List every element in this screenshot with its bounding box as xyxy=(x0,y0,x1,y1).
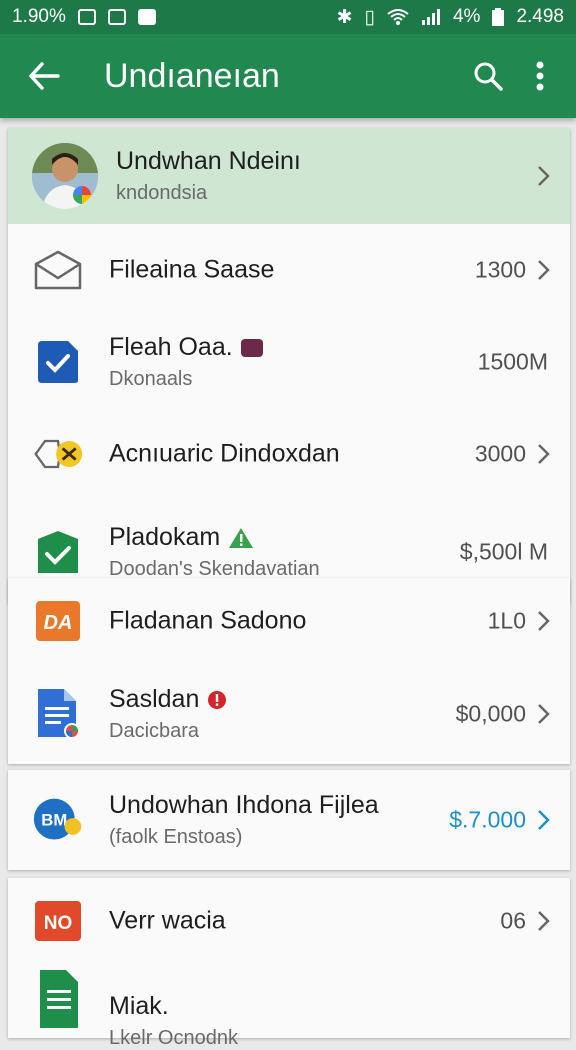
item-value: $0,000 xyxy=(455,700,526,727)
list-item[interactable]: BM Undowhan Ihdona Fijlea (faolk Enstoas… xyxy=(8,770,570,870)
page-title: Undıaneıan xyxy=(104,56,280,95)
chevron-right-icon xyxy=(538,611,550,631)
list-item[interactable]: Fileaina Saase 1300 xyxy=(8,224,570,316)
settings-face-icon xyxy=(32,428,84,480)
alert-badge-icon xyxy=(208,690,227,709)
chevron-right-icon xyxy=(538,260,550,280)
green-check-icon xyxy=(32,526,84,578)
chevron-right-icon xyxy=(538,704,550,724)
item-title: Sasldan xyxy=(109,685,200,713)
svg-text:DA: DA xyxy=(44,612,73,634)
list-item[interactable]: DA Fladanan Sadono 1L0 xyxy=(8,578,570,664)
item-title: Fileaina Saase xyxy=(109,255,275,284)
sheets-icon xyxy=(32,970,84,1028)
app-bar: Undıaneıan xyxy=(0,34,576,118)
warning-icon xyxy=(229,527,254,548)
more-vert-icon[interactable] xyxy=(518,54,562,98)
status-left-text: 1.90% xyxy=(12,6,66,27)
item-value: 1300 xyxy=(474,256,526,283)
profile-row[interactable]: Undwhan Ndeinı kndondsia xyxy=(8,128,570,224)
list-card: DA Fladanan Sadono 1L0 Sasldan Dacicbara… xyxy=(8,578,570,764)
signal-text: 4% xyxy=(452,6,481,27)
svg-text:BM: BM xyxy=(41,811,67,830)
list-item[interactable]: Miak. Lkelr Ocnodnk xyxy=(8,964,570,1049)
item-title: Fladanan Sadono xyxy=(109,606,307,635)
chevron-right-icon xyxy=(538,444,550,464)
highlight-card: BM Undowhan Ihdona Fijlea (faolk Enstoas… xyxy=(8,770,570,870)
account-card: Undwhan Ndeinı kndondsia Fileaina Saase … xyxy=(8,128,570,604)
list-item[interactable]: Sasldan Dacicbara $0,000 xyxy=(8,664,570,764)
da-icon: DA xyxy=(32,595,84,647)
status-bar: 1.90% ✱ ▯ 4% 2.498 xyxy=(0,0,576,34)
item-title: Miak. xyxy=(109,992,169,1020)
docs-icon xyxy=(32,688,84,740)
tag-icon xyxy=(240,338,263,357)
chevron-right-icon xyxy=(538,166,550,186)
status-clock: 2.498 xyxy=(516,6,564,27)
wifi-icon xyxy=(387,9,409,25)
bm-icon: BM xyxy=(32,794,84,846)
item-subtitle: Dkonaals xyxy=(109,368,193,390)
item-title: Undowhan Ihdona Fijlea xyxy=(109,791,379,819)
item-title: Fleah Oaa. xyxy=(109,333,233,361)
item-value: 06 xyxy=(500,907,526,934)
item-subtitle: Dacicbara xyxy=(109,720,200,742)
list-item[interactable]: NO Verr wacia 06 xyxy=(8,878,570,964)
voicemail-icon xyxy=(107,9,126,25)
avatar xyxy=(32,143,98,209)
profile-subtitle: kndondsia xyxy=(116,182,208,204)
item-title: Acnıuaric Dindoxdan xyxy=(109,439,340,468)
messenger-icon xyxy=(77,9,96,25)
svg-text:NO: NO xyxy=(44,913,73,934)
arrow-back-icon[interactable] xyxy=(22,54,66,98)
no-icon: NO xyxy=(32,895,84,947)
item-value: 1500M xyxy=(477,348,548,375)
photo-icon xyxy=(137,9,156,25)
profile-name: Undwhan Ndeinı xyxy=(116,147,301,175)
battery-icon xyxy=(492,8,505,26)
search-icon[interactable] xyxy=(466,54,510,98)
item-value: 3000 xyxy=(474,440,526,467)
item-subtitle: (faolk Enstoas) xyxy=(109,826,243,848)
chevron-right-icon xyxy=(538,911,550,931)
bluetooth-icon: ✱ xyxy=(336,6,353,28)
list-item[interactable]: Fleah Oaa. Dkonaals 1500M xyxy=(8,316,570,408)
item-title: Pladokam xyxy=(109,523,221,551)
signal-icon xyxy=(421,9,440,25)
envelope-icon xyxy=(32,244,84,296)
item-value: $,500l M xyxy=(459,538,548,565)
item-value: 1L0 xyxy=(487,607,526,634)
chevron-right-icon xyxy=(538,810,550,830)
task-check-icon xyxy=(32,336,84,388)
item-title: Verr wacia xyxy=(109,906,226,935)
more-card: NO Verr wacia 06 Miak. Lkelr Ocnodnk xyxy=(8,878,570,1049)
list-item[interactable]: Acnıuaric Dindoxdan 3000 xyxy=(8,408,570,500)
item-value: $.7.000 xyxy=(449,806,526,833)
item-subtitle: Lkelr Ocnodnk xyxy=(109,1027,238,1049)
vibrate-icon: ▯ xyxy=(364,6,375,28)
